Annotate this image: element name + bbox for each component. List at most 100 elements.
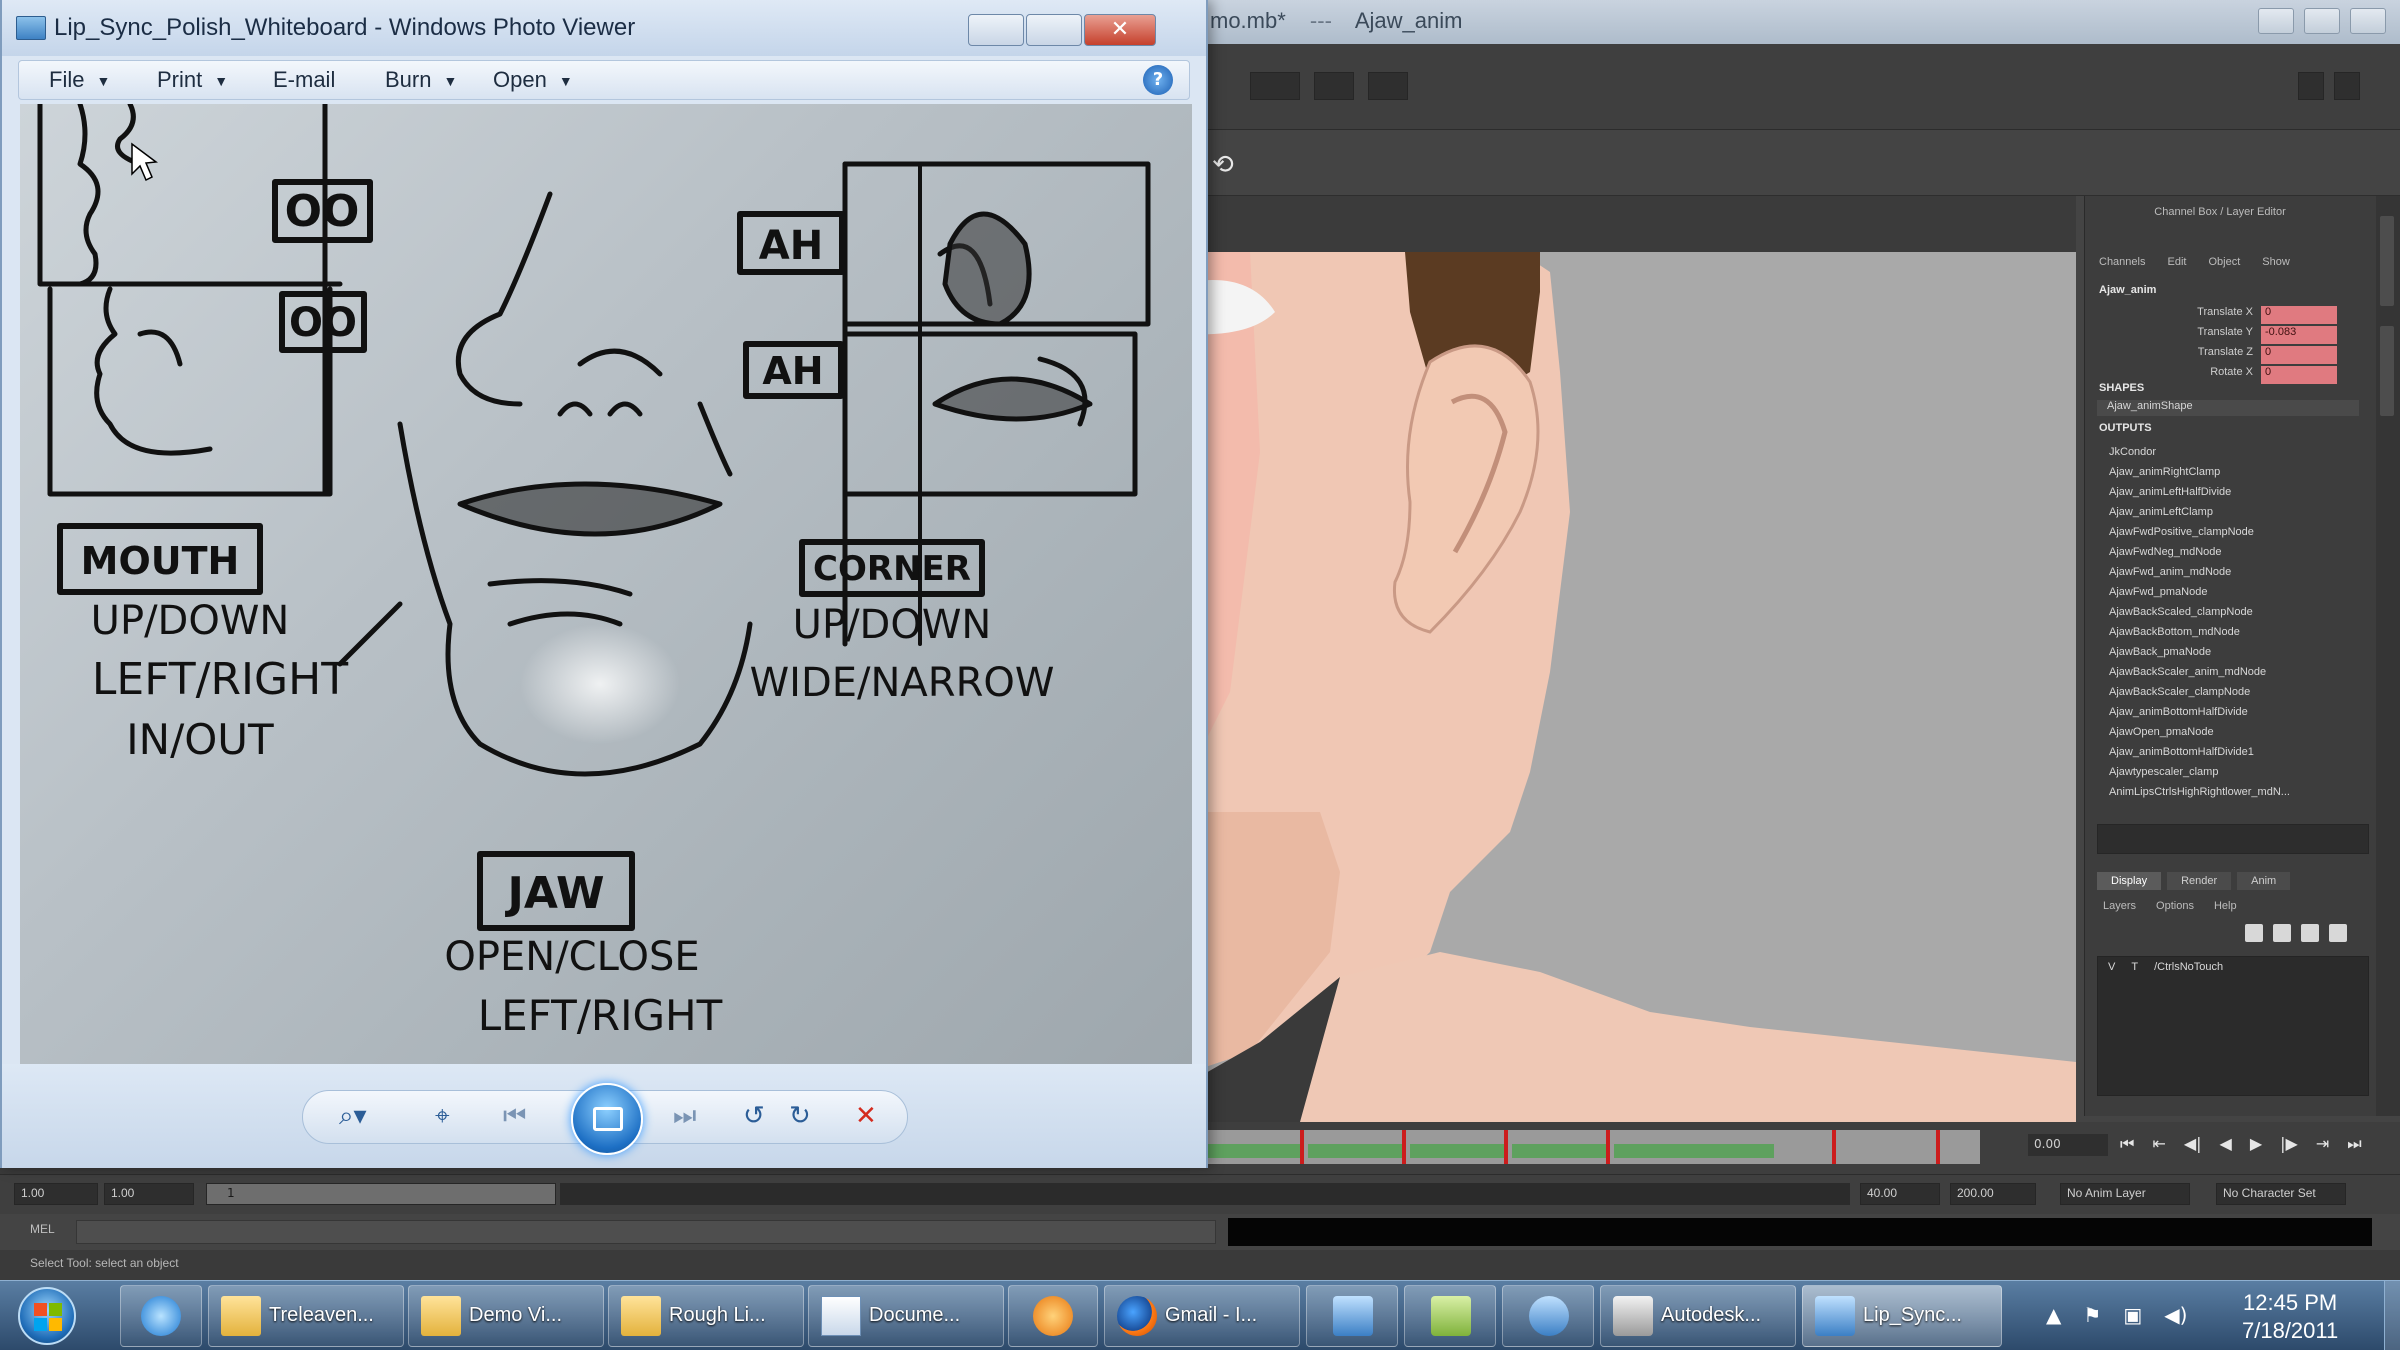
menu-email[interactable]: E-mail — [273, 67, 347, 93]
start-button[interactable] — [18, 1287, 76, 1345]
maya-toolbar-slot[interactable] — [1368, 72, 1408, 100]
tab-display[interactable]: Display — [2097, 872, 2162, 890]
slideshow-button[interactable] — [571, 1083, 643, 1155]
attribute-editor-tab[interactable] — [2380, 216, 2394, 306]
layer-template[interactable]: T — [2131, 961, 2138, 973]
layer-name[interactable]: /CtrlsNoTouch — [2154, 961, 2223, 973]
maya-maximize-button[interactable] — [2304, 8, 2340, 34]
taskbar-item-treleaven[interactable]: Treleaven... — [208, 1285, 404, 1347]
attribute-value[interactable]: 0 — [2261, 346, 2337, 364]
new-layer-icon[interactable] — [2245, 924, 2263, 942]
output-node[interactable]: AjawFwd_pmaNode — [2109, 582, 2290, 602]
command-language-label[interactable]: MEL — [30, 1222, 55, 1236]
taskbar-item-gmail[interactable]: Gmail - I... — [1104, 1285, 1300, 1347]
go-to-end-button[interactable]: ⏭ — [2347, 1134, 2361, 1154]
step-forward-key-button[interactable]: ⇥ — [2316, 1134, 2329, 1154]
channel-box-menu-object[interactable]: Object — [2208, 256, 2240, 268]
help-icon[interactable]: ? — [1143, 65, 1173, 95]
attribute-value[interactable]: 0 — [2261, 366, 2337, 384]
photo-viewer-title-bar[interactable]: Lip_Sync_Polish_Whiteboard - Windows Pho… — [2, 0, 1206, 56]
output-node[interactable]: Ajaw_animBottomHalfDivide1 — [2109, 742, 2290, 762]
shape-node[interactable]: Ajaw_animShape — [2097, 400, 2359, 416]
taskbar-app-3[interactable] — [1502, 1285, 1594, 1347]
attribute-row[interactable]: Translate X 0 — [2145, 306, 2337, 324]
delete-icon[interactable]: ✕ — [855, 1101, 877, 1131]
attribute-value[interactable]: 0 — [2261, 306, 2337, 324]
taskbar-item-rough[interactable]: Rough Li... — [608, 1285, 804, 1347]
taskbar-app-1[interactable] — [1306, 1285, 1398, 1347]
rotate-clockwise-icon[interactable]: ↻ — [789, 1101, 811, 1131]
maya-toolbar-slot[interactable] — [2334, 72, 2360, 100]
step-forward-frame-button[interactable]: |▶ — [2280, 1134, 2298, 1154]
attribute-row[interactable]: Rotate X 0 — [2145, 366, 2337, 384]
channel-box-menu-channels[interactable]: Channels — [2099, 256, 2145, 268]
menu-print[interactable]: Print ▼ — [157, 67, 228, 93]
maximize-button[interactable] — [1026, 14, 1082, 46]
range-end-field[interactable]: 200.00 — [1950, 1183, 2036, 1205]
maya-minimize-button[interactable] — [2258, 8, 2294, 34]
maya-toolbar-slot[interactable] — [2298, 72, 2324, 100]
output-node[interactable]: AnimLipsCtrlsHighRightlower_mdN... — [2109, 782, 2290, 802]
maya-close-button[interactable] — [2350, 8, 2386, 34]
network-icon[interactable]: ▣ — [2123, 1303, 2142, 1327]
show-hidden-icons-icon[interactable]: ▲ — [2046, 1303, 2061, 1327]
output-node[interactable]: Ajawtypescaler_clamp — [2109, 762, 2290, 782]
output-node[interactable]: AjawFwd_anim_mdNode — [2109, 562, 2290, 582]
actual-size-icon[interactable]: ⌖ — [435, 1101, 450, 1132]
layer-add-icon[interactable] — [2301, 924, 2319, 942]
step-back-key-button[interactable]: ⇤ — [2152, 1134, 2165, 1154]
attribute-value[interactable]: -0.083 — [2261, 326, 2337, 344]
timeline-keyframe[interactable] — [1936, 1130, 1940, 1164]
output-node[interactable]: JkCondor — [2109, 442, 2290, 462]
minimize-button[interactable] — [968, 14, 1024, 46]
maya-title-bar[interactable]: mo.mb* --- Ajaw_anim — [1190, 0, 2400, 44]
output-node[interactable]: Ajaw_animRightClamp — [2109, 462, 2290, 482]
output-node[interactable]: AjawBackBottom_mdNode — [2109, 622, 2290, 642]
step-back-frame-button[interactable]: ◀| — [2184, 1134, 2202, 1154]
range-start-inner-field[interactable]: 1.00 — [104, 1183, 194, 1205]
taskbar-app-2[interactable] — [1404, 1285, 1496, 1347]
channel-box-menu-show[interactable]: Show — [2262, 256, 2290, 268]
command-input[interactable] — [76, 1220, 1216, 1244]
timeline-keyframe[interactable] — [1504, 1130, 1508, 1164]
volume-icon[interactable]: ◀) — [2164, 1303, 2187, 1327]
channel-box-object-name[interactable]: Ajaw_anim — [2099, 284, 2156, 296]
output-node[interactable]: Ajaw_animLeftClamp — [2109, 502, 2290, 522]
maya-toolbar-slot[interactable] — [1250, 72, 1300, 100]
output-node[interactable]: Ajaw_animBottomHalfDivide — [2109, 702, 2290, 722]
channel-box-tab[interactable] — [2380, 326, 2394, 416]
zoom-icon[interactable]: ⌕▾ — [339, 1101, 367, 1132]
whiteboard-photo[interactable]: OO OO AH AH MOUTH UP/DOWN LEFT/RIGHT IN/… — [20, 104, 1192, 1064]
layer-menu-layers[interactable]: Layers — [2103, 900, 2136, 912]
timeline-keyframe[interactable] — [1402, 1130, 1406, 1164]
play-forward-button[interactable]: ▶ — [2250, 1134, 2262, 1154]
taskbar-item-autodesk[interactable]: Autodesk... — [1600, 1285, 1796, 1347]
output-node[interactable]: AjawBackScaled_clampNode — [2109, 602, 2290, 622]
layer-selected-icon[interactable] — [2273, 924, 2291, 942]
layer-menu-help[interactable]: Help — [2214, 900, 2237, 912]
channel-box-menu-edit[interactable]: Edit — [2167, 256, 2186, 268]
output-node[interactable]: AjawFwdNeg_mdNode — [2109, 542, 2290, 562]
next-button[interactable]: ⏭ — [673, 1101, 696, 1132]
attribute-row[interactable]: Translate Z 0 — [2145, 346, 2337, 364]
timeline-keyframe[interactable] — [1300, 1130, 1304, 1164]
range-start-field[interactable]: 1.00 — [14, 1183, 98, 1205]
rotate-counterclockwise-icon[interactable]: ↺ — [743, 1101, 765, 1131]
output-node[interactable]: AjawBack_pmaNode — [2109, 642, 2290, 662]
maya-viewport[interactable] — [1190, 252, 2076, 1122]
rotate-tool-icon[interactable]: ⟲ — [1212, 150, 1234, 180]
maya-toolbar-slot[interactable] — [1314, 72, 1354, 100]
go-to-start-button[interactable]: ⏮ — [2120, 1134, 2134, 1154]
taskbar-internet-explorer[interactable] — [120, 1285, 202, 1347]
range-end-inner-field[interactable]: 40.00 — [1860, 1183, 1940, 1205]
show-desktop-button[interactable] — [2384, 1281, 2400, 1350]
layer-row[interactable]: V T /CtrlsNoTouch — [2108, 961, 2223, 973]
close-button[interactable]: ✕ — [1084, 14, 1156, 46]
taskbar-item-documents[interactable]: Docume... — [808, 1285, 1004, 1347]
output-node[interactable]: AjawBackScaler_clampNode — [2109, 682, 2290, 702]
action-center-icon[interactable]: ⚑ — [2083, 1303, 2101, 1327]
layer-visibility[interactable]: V — [2108, 961, 2115, 973]
taskbar-item-demo[interactable]: Demo Vi... — [408, 1285, 604, 1347]
range-slider[interactable]: 1 — [206, 1183, 556, 1205]
play-backward-button[interactable]: ◀ — [2220, 1134, 2232, 1154]
